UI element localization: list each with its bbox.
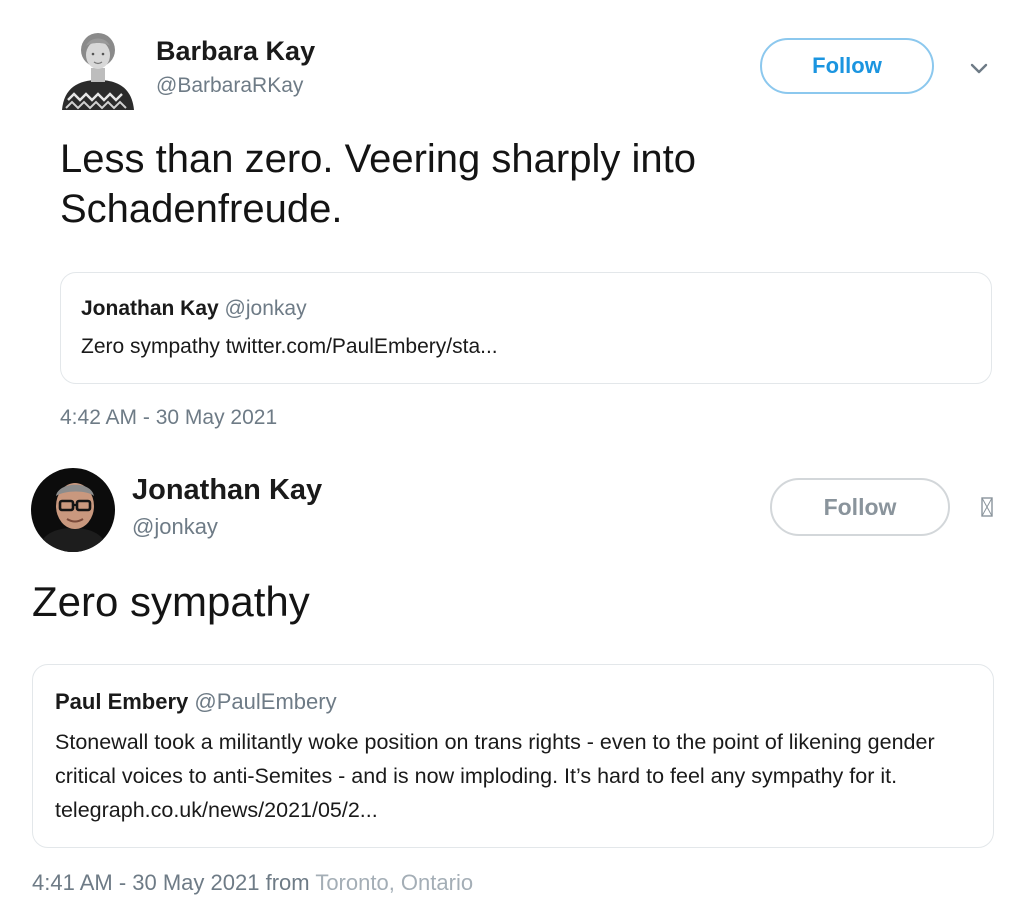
quoted-tweet-text: Zero sympathy twitter.com/PaulEmbery/sta… bbox=[81, 335, 498, 358]
author-handle[interactable]: @BarbaraRKay bbox=[156, 74, 303, 98]
follow-button[interactable]: Follow bbox=[760, 38, 934, 94]
tweet-timestamp[interactable]: 4:41 AM - 30 May 2021 bbox=[32, 870, 259, 895]
tweet-text: Less than zero. Veering sharply into Sch… bbox=[60, 137, 696, 231]
tweet-location[interactable]: Toronto, Ontario bbox=[315, 870, 473, 895]
tweet-timestamp[interactable]: 4:42 AM - 30 May 2021 bbox=[60, 406, 277, 430]
quoted-tweet-text: Stonewall took a militantly woke positio… bbox=[55, 730, 935, 822]
tweet-text: Zero sympathy bbox=[32, 578, 310, 625]
quoted-tweet-card[interactable]: Paul Embery @PaulEmbery Stonewall took a… bbox=[32, 664, 994, 848]
avatar[interactable] bbox=[31, 468, 115, 552]
quoted-tweet-card[interactable]: Jonathan Kay @jonkay Zero sympathy twitt… bbox=[60, 272, 992, 384]
author-name[interactable]: Barbara Kay bbox=[156, 36, 315, 67]
avatar-image bbox=[31, 468, 115, 552]
chevron-down-icon[interactable] bbox=[964, 56, 994, 82]
quoted-author-name: Paul Embery bbox=[55, 689, 189, 714]
follow-button[interactable]: Follow bbox=[770, 478, 950, 536]
quoted-author-handle: @PaulEmbery bbox=[194, 689, 337, 714]
tweet-footer: 4:41 AM - 30 May 2021 from Toronto, Onta… bbox=[32, 870, 473, 896]
quoted-author: Jonathan Kay @jonkay bbox=[81, 297, 307, 321]
avatar-image bbox=[60, 30, 136, 110]
author-handle[interactable]: @jonkay bbox=[132, 514, 218, 540]
more-icon[interactable] bbox=[980, 496, 994, 518]
from-label: from bbox=[265, 870, 310, 895]
quoted-author-name: Jonathan Kay bbox=[81, 297, 219, 320]
author-name[interactable]: Jonathan Kay bbox=[132, 474, 322, 507]
avatar[interactable] bbox=[60, 30, 136, 110]
quoted-author: Paul Embery @PaulEmbery bbox=[55, 689, 337, 715]
tweet-barbara-kay: Barbara Kay @BarbaraRKay Follow Less tha… bbox=[0, 0, 1024, 440]
quoted-author-handle: @jonkay bbox=[224, 297, 307, 320]
